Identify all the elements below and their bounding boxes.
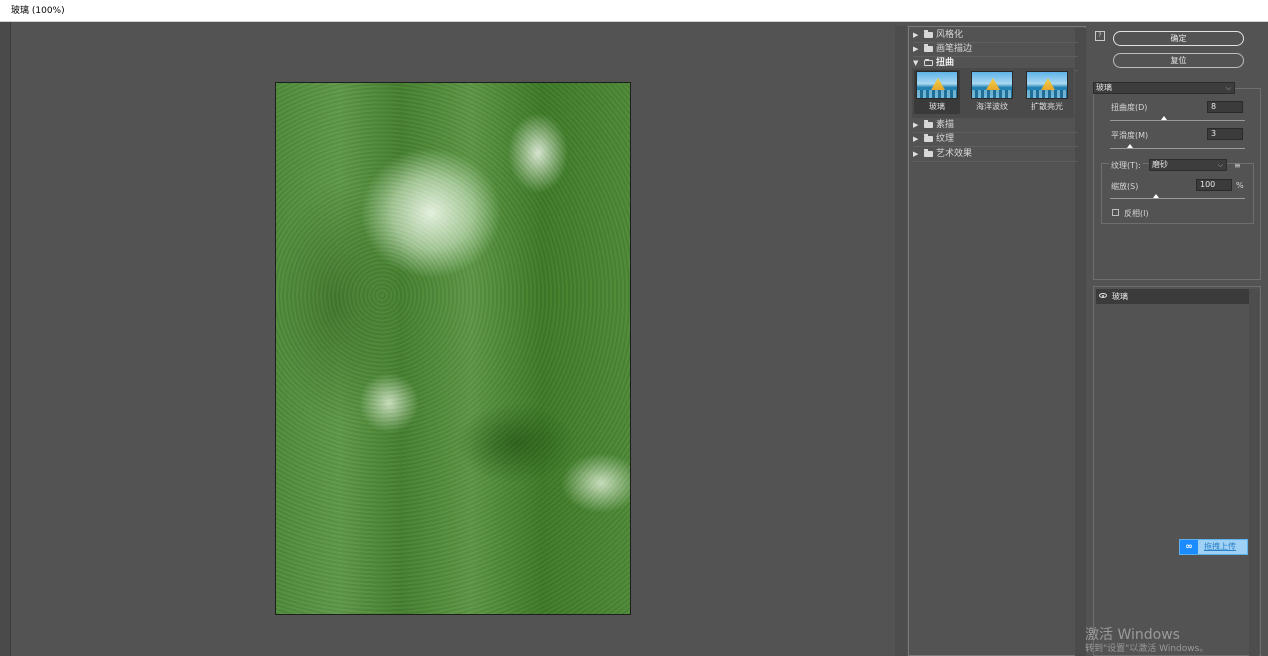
scaling-slider-track[interactable] <box>1110 198 1245 199</box>
category-artistic[interactable]: ▶ 艺术效果 <box>913 147 1078 162</box>
texture-select-value: 磨砂 <box>1152 160 1168 169</box>
filter-thumbnail-ocean-ripple[interactable]: 海洋波纹 <box>970 71 1014 113</box>
chevron-down-icon: ⌵ <box>1217 161 1223 169</box>
smoothness-slider-knob[interactable] <box>1127 144 1133 148</box>
open-folder-icon <box>924 59 933 66</box>
category-label: 艺术效果 <box>936 149 973 159</box>
smoothness-slider-track[interactable] <box>1110 148 1245 149</box>
folder-icon <box>924 120 933 128</box>
filter-preview-image[interactable] <box>275 82 631 615</box>
category-label: 画笔描边 <box>936 44 973 54</box>
texture-menu-icon[interactable]: ≡ <box>1234 161 1241 170</box>
distortion-label: 扭曲度(D) <box>1111 103 1148 112</box>
chevron-down-icon: ⌵ <box>1225 84 1231 92</box>
distortion-input[interactable]: 8 <box>1207 101 1243 113</box>
filter-thumbnail-glass[interactable]: 玻璃 <box>914 70 960 114</box>
category-label: 纹理 <box>936 134 955 144</box>
smoothness-input[interactable]: 3 <box>1207 128 1243 140</box>
distortion-slider-track[interactable] <box>1110 120 1245 121</box>
thumbnail-label: 扩散亮光 <box>1031 102 1063 111</box>
layers-scrollbar[interactable] <box>1249 289 1259 656</box>
folder-icon <box>924 149 933 157</box>
preview-scrollbar[interactable] <box>895 26 907 656</box>
cloud-icon: ∞ <box>1180 540 1198 554</box>
category-label: 素描 <box>936 120 955 130</box>
scaling-slider-knob[interactable] <box>1153 194 1159 198</box>
scaling-label: 缩放(S) <box>1111 182 1139 191</box>
left-ruler-strip <box>0 22 11 656</box>
reset-button[interactable]: 复位 <box>1113 53 1244 68</box>
expand-arrow-icon: ▶ <box>913 135 919 143</box>
watermark-line-2: 转到"设置"以激活 Windows。 <box>1085 644 1209 654</box>
thumbnail-label: 海洋波纹 <box>976 102 1008 111</box>
filter-select-value: 玻璃 <box>1096 83 1112 92</box>
category-stylize[interactable]: ▶ 风格化 <box>913 28 1078 43</box>
activation-watermark: 激活 Windows 转到"设置"以激活 Windows。 <box>1085 627 1208 655</box>
ok-button[interactable]: 确定 <box>1113 31 1244 46</box>
invert-checkbox[interactable] <box>1112 209 1119 216</box>
category-label: 风格化 <box>936 30 964 40</box>
eye-icon[interactable] <box>1099 293 1107 298</box>
expand-arrow-icon: ▶ <box>913 121 919 129</box>
folder-icon <box>924 44 933 52</box>
thumbnail-image <box>1026 71 1068 99</box>
expand-arrow-icon: ▶ <box>913 45 919 53</box>
texture-label: 纹理(T): <box>1109 160 1143 171</box>
window-title: 玻璃 (100%) <box>11 6 65 16</box>
thumbnail-image <box>916 71 958 99</box>
invert-label: 反相(I) <box>1124 209 1149 218</box>
scaling-unit: % <box>1236 181 1244 190</box>
effect-layers-panel <box>1093 286 1261 656</box>
watermark-line-1: 激活 Windows <box>1085 627 1180 643</box>
upload-label: 拖拽上传 <box>1204 542 1236 551</box>
filter-select[interactable]: 玻璃 ⌵ <box>1093 82 1235 94</box>
thumbnail-image <box>971 71 1013 99</box>
effect-layer-name: 玻璃 <box>1112 292 1128 301</box>
smoothness-label: 平滑度(M) <box>1111 131 1149 140</box>
scaling-input[interactable]: 100 <box>1196 179 1232 191</box>
expand-arrow-icon: ▶ <box>913 31 919 39</box>
category-brush-strokes[interactable]: ▶ 画笔描边 <box>913 42 1078 57</box>
drag-upload-widget[interactable]: ∞ 拖拽上传 <box>1179 539 1248 555</box>
texture-select[interactable]: 磨砂 ⌵ <box>1149 159 1227 171</box>
help-icon[interactable]: ? <box>1095 31 1105 41</box>
category-sketch[interactable]: ▶ 素描 <box>913 118 1078 133</box>
window-title-bar: 玻璃 (100%) <box>0 0 1268 22</box>
thumbnail-label: 玻璃 <box>929 102 945 111</box>
expand-arrow-icon: ▶ <box>913 150 919 158</box>
folder-icon <box>924 30 933 38</box>
distortion-slider-knob[interactable] <box>1161 116 1167 120</box>
filter-thumbnail-diffuse-glow[interactable]: 扩散亮光 <box>1025 71 1069 113</box>
category-texture[interactable]: ▶ 纹理 <box>913 132 1078 147</box>
folder-icon <box>924 134 933 142</box>
